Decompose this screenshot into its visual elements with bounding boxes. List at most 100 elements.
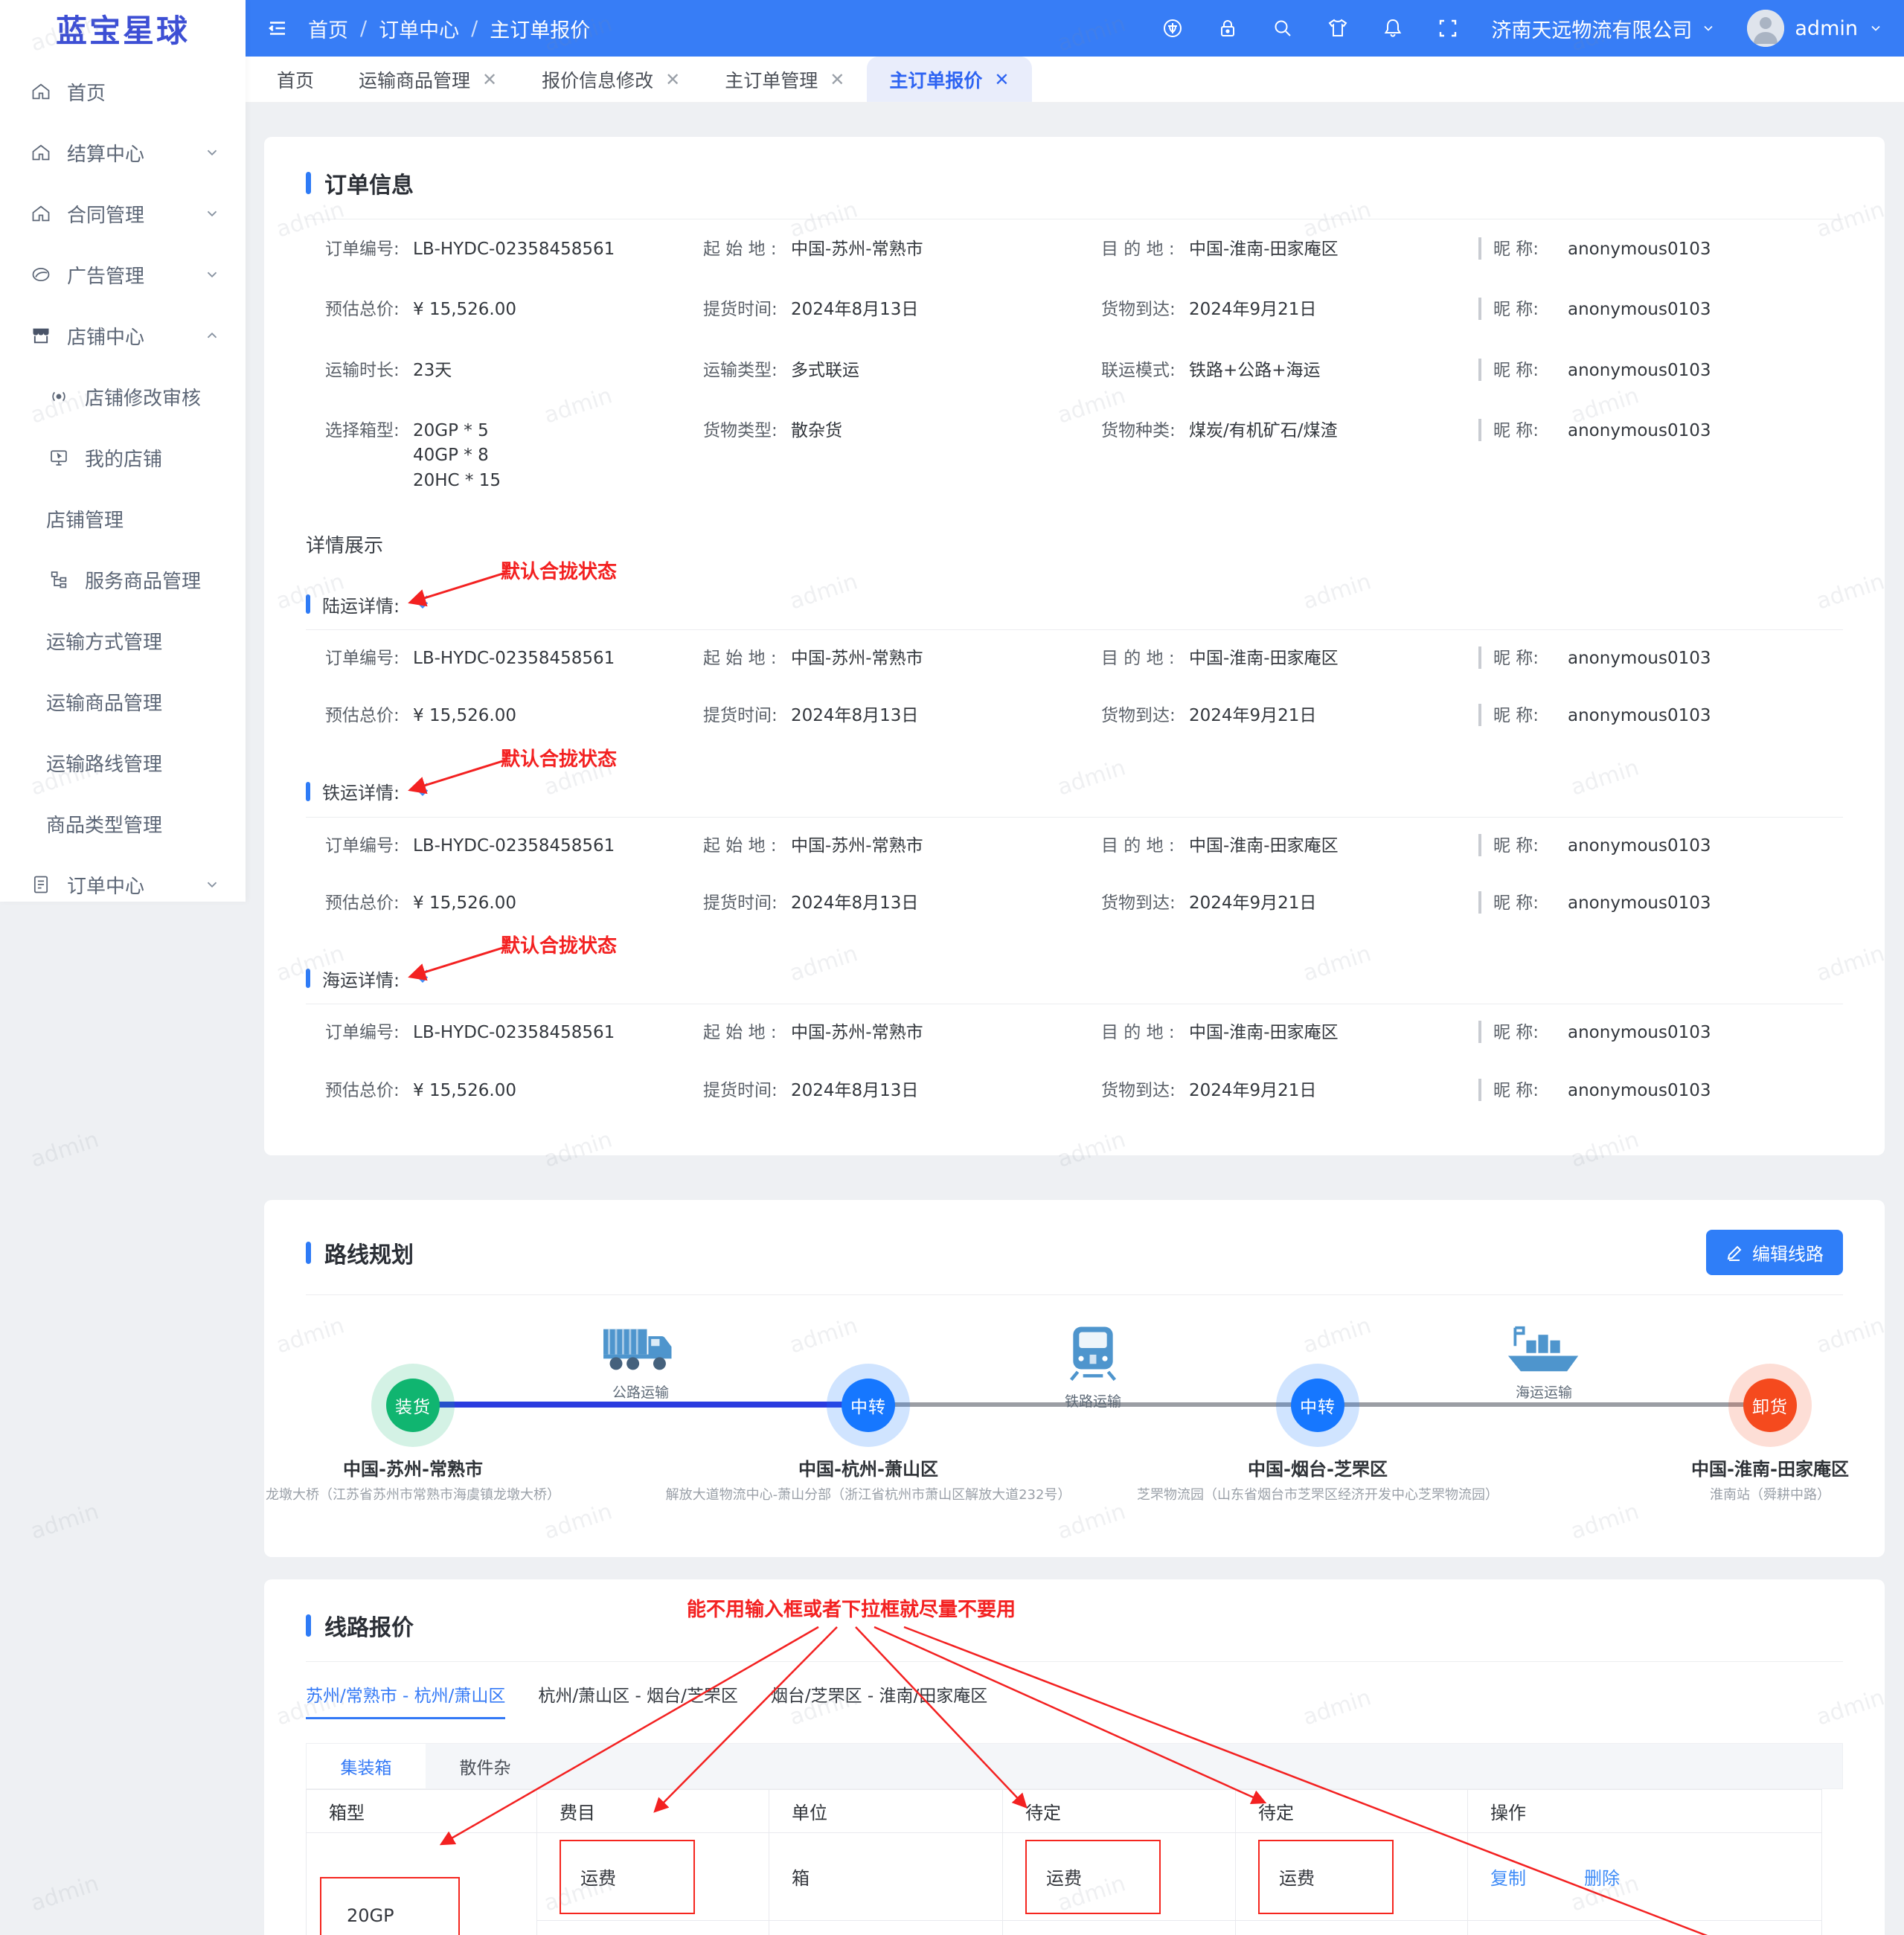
- app-root: 蓝宝星球 首页 结算中心 合同管理 广告管理 店铺中心 店铺修改审核 我的店铺 …: [0, 0, 1904, 1935]
- train-icon: [1069, 1326, 1117, 1382]
- lock-icon[interactable]: [1216, 16, 1240, 40]
- field-order-no: 订单编号: LB-HYDC-02358458561: [325, 240, 615, 259]
- field-est-price: 预估总价: ¥ 15,526.00: [325, 300, 516, 320]
- rail-detail-section: 默认合拢状态 铁运详情: 订单编号: LB-HYDC-02358458561 起 …: [306, 748, 1843, 933]
- chevron-down-icon: [204, 205, 220, 222]
- search-icon[interactable]: [1271, 16, 1295, 40]
- sidebar-item-shop-audit[interactable]: 店铺修改审核: [0, 366, 246, 427]
- quote-table: 箱型 费目 单位 待定 待定 操作 20GP 运费 箱 运费 运费 复制 删除: [306, 1789, 1822, 1935]
- sidebar-item-order-center[interactable]: 订单中心: [0, 854, 246, 902]
- chevron-down-icon: [204, 876, 220, 893]
- tab-container[interactable]: 集装箱: [307, 1744, 426, 1789]
- header-actions: 济南天远物流有限公司 admin: [1161, 10, 1883, 47]
- sea-detail-fields: 订单编号: LB-HYDC-02358458561 起 始 地 : 中国-苏州-常熟…: [306, 1004, 1843, 1120]
- field-cargo-type: 货物类型: 散杂货: [703, 421, 842, 441]
- username: admin: [1795, 16, 1858, 40]
- contract-icon: [30, 202, 52, 225]
- land-detail-fields: 订单编号: LB-HYDC-02358458561 起 始 地 : 中国-苏州-常熟…: [306, 630, 1843, 745]
- breadcrumb-order-center[interactable]: 订单中心: [379, 14, 459, 43]
- sidebar-item-transport-route[interactable]: 运输路线管理: [0, 732, 246, 793]
- close-icon[interactable]: ✕: [830, 69, 844, 90]
- stop-address: 芝罘物流园（山东省烟台市芝罘区经济开发中心芝罘物流园）: [1137, 1487, 1498, 1504]
- node-transit-2: 中转: [1276, 1364, 1359, 1448]
- stop-city: 中国-淮南-田家庵区: [1691, 1459, 1849, 1480]
- home-icon: [30, 80, 52, 103]
- sidebar-item-service-goods[interactable]: 服务商品管理: [0, 549, 246, 610]
- red-highlight-box: 20GP: [320, 1876, 460, 1935]
- segment-tab-yantai-huainan[interactable]: 烟台/芝罘区 - 淮南/田家庵区: [771, 1681, 987, 1719]
- sidebar: 蓝宝星球 首页 结算中心 合同管理 广告管理 店铺中心 店铺修改审核 我的店铺 …: [0, 0, 246, 902]
- tab-home[interactable]: 首页: [254, 57, 336, 102]
- user-dropdown[interactable]: admin: [1747, 10, 1883, 47]
- copy-link[interactable]: 复制: [1490, 1864, 1526, 1890]
- chevron-down-icon: [204, 144, 220, 161]
- close-icon[interactable]: ✕: [665, 69, 680, 90]
- tab-main-order-quote[interactable]: 主订单报价 ✕: [867, 57, 1032, 102]
- table-header-row: 箱型 费目 单位 待定 待定 操作: [306, 1789, 1822, 1834]
- truck-icon: [603, 1329, 672, 1370]
- chevron-down-icon: [1701, 21, 1716, 36]
- tab-transport-goods[interactable]: 运输商品管理 ✕: [336, 57, 519, 102]
- node-unload: 卸货: [1728, 1364, 1812, 1448]
- annotation-arrow: [408, 571, 506, 607]
- tab-bulk[interactable]: 散件杂: [426, 1744, 545, 1788]
- section-title: 订单信息: [324, 173, 414, 199]
- tab-quote-edit[interactable]: 报价信息修改 ✕: [519, 57, 702, 102]
- bell-icon[interactable]: [1381, 16, 1405, 40]
- tab-main-order-manage[interactable]: 主订单管理 ✕: [702, 57, 867, 102]
- field-pickup-time: 提货时间: 2024年8月13日: [703, 300, 919, 320]
- section-bar: [306, 172, 311, 194]
- land-detail-section: 默认合拢状态 陆运详情: 订单编号: LB-HYDC-02358458561 起 …: [306, 561, 1843, 745]
- edit-route-button[interactable]: 编辑线路: [1706, 1230, 1843, 1276]
- breadcrumb-home[interactable]: 首页: [308, 14, 348, 43]
- stop-address: 解放大道物流中心-萧山分部（浙江省杭州市萧山区解放大道232号）: [665, 1487, 1071, 1504]
- ship-icon: [1507, 1326, 1579, 1372]
- annotation-collapsed-state: 默认合拢状态: [501, 935, 618, 958]
- pencil-icon: [1727, 1245, 1742, 1261]
- node-transit-1: 中转: [827, 1364, 910, 1448]
- company-dropdown[interactable]: 济南天远物流有限公司: [1491, 14, 1716, 43]
- settlement-icon: [30, 141, 52, 164]
- sidebar-item-my-shop[interactable]: 我的店铺: [0, 427, 246, 488]
- breadcrumb-current: 主订单报价: [490, 19, 591, 42]
- sidebar-item-contract[interactable]: 合同管理: [0, 183, 246, 244]
- document-icon: [30, 873, 52, 896]
- cargo-type-tabs: 集装箱 散件杂: [306, 1743, 1843, 1790]
- fullscreen-icon[interactable]: [1436, 16, 1460, 40]
- leg-rail: 铁路运输: [1063, 1325, 1123, 1411]
- sidebar-item-ads[interactable]: 广告管理: [0, 244, 246, 305]
- detail-heading: 详情展示: [306, 535, 384, 558]
- section-title: 路线规划: [324, 1242, 414, 1268]
- field-box-types: 选择箱型: 20GP * 5 40GP * 8 20HC * 15: [325, 421, 501, 490]
- sidebar-item-transport-goods[interactable]: 运输商品管理: [0, 671, 246, 732]
- main-content: 订单信息 订单编号: LB-HYDC-02358458561 起 始 地 : 中国-…: [246, 103, 1904, 1935]
- stop-city: 中国-杭州-萧山区: [798, 1459, 938, 1480]
- language-icon[interactable]: [1161, 16, 1185, 40]
- chevron-up-icon: [204, 327, 220, 344]
- close-icon[interactable]: ✕: [482, 69, 497, 90]
- field-transport-type: 运输类型: 多式联运: [703, 360, 859, 380]
- field-cargo-kind: 货物种类: 煤炭/有机矿石/煤渣: [1101, 421, 1338, 441]
- sidebar-item-settlement[interactable]: 结算中心: [0, 122, 246, 183]
- section-bar: [306, 1241, 311, 1264]
- close-icon[interactable]: ✕: [994, 69, 1009, 90]
- red-highlight-box: 运费: [560, 1839, 695, 1914]
- page-tabbar: 首页 运输商品管理 ✕ 报价信息修改 ✕ 主订单管理 ✕ 主订单报价 ✕: [246, 57, 1904, 103]
- sidebar-item-goods-type[interactable]: 商品类型管理: [0, 793, 246, 854]
- rail-detail-fields: 订单编号: LB-HYDC-02358458561 起 始 地 : 中国-苏州-常熟…: [306, 818, 1843, 933]
- sidebar-item-shop-manage[interactable]: 店铺管理: [0, 488, 246, 549]
- delete-link[interactable]: 删除: [1584, 1864, 1620, 1890]
- line-quote-card: 能不用输入框或者下拉框就尽量不要用 线路报价 苏州/常熟市 - 杭州/萧山区 杭…: [264, 1579, 1885, 1935]
- segment-tab-suzhou-hangzhou[interactable]: 苏州/常熟市 - 杭州/萧山区: [306, 1681, 506, 1720]
- theme-icon[interactable]: [1326, 16, 1350, 40]
- sidebar-item-home[interactable]: 首页: [0, 61, 246, 122]
- sidebar-item-transport-mode[interactable]: 运输方式管理: [0, 610, 246, 671]
- land-detail-header: 陆运详情:: [306, 589, 1843, 619]
- stop-address: 龙墩大桥（江苏省苏州市常熟市海虞镇龙墩大桥）: [266, 1487, 560, 1504]
- sidebar-fold-icon[interactable]: [266, 17, 289, 39]
- order-info-card: 订单信息 订单编号: LB-HYDC-02358458561 起 始 地 : 中国-…: [264, 137, 1885, 1156]
- order-info-header: 订单信息: [306, 167, 1843, 199]
- app-logo: 蓝宝星球: [55, 12, 190, 49]
- segment-tab-hangzhou-yantai[interactable]: 杭州/萧山区 - 烟台/芝罘区: [538, 1681, 737, 1719]
- sidebar-item-shop-center[interactable]: 店铺中心: [0, 305, 246, 366]
